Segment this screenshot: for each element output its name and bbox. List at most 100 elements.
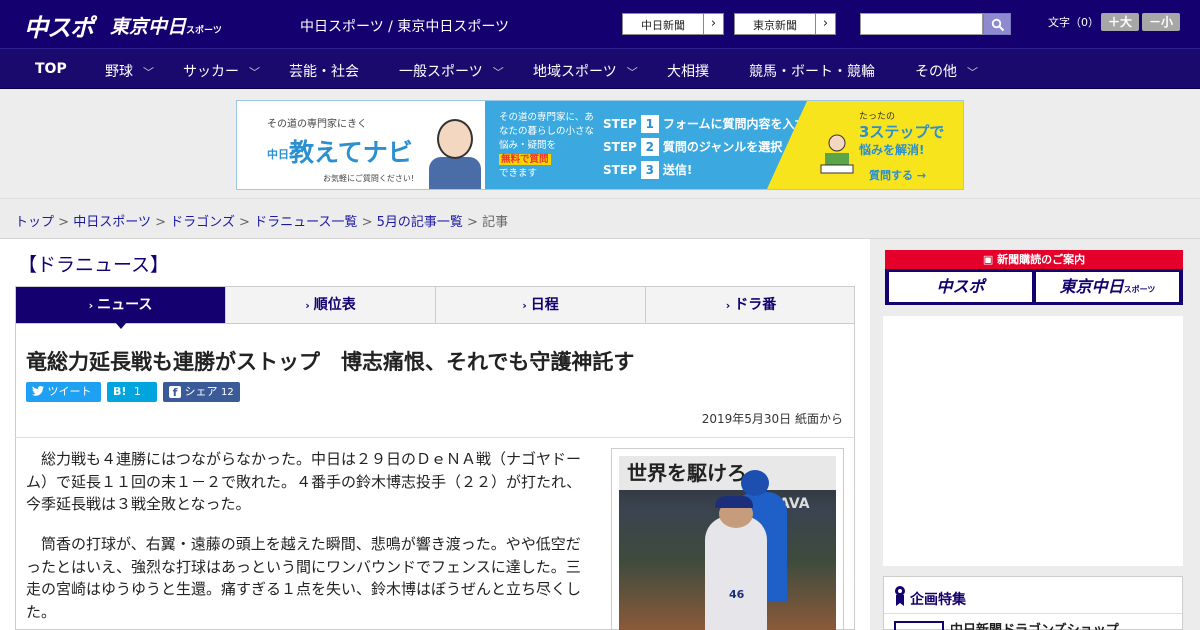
tab-draban[interactable]: › ドラ番: [646, 287, 856, 323]
article-title: 竜総力延長戦も連勝がストップ 博志痛恨、それでも守護神託す: [26, 350, 635, 374]
tab-news[interactable]: › ニュース: [16, 287, 226, 323]
nav-label: その他: [915, 64, 957, 80]
photo-jersey-number: 46: [729, 588, 745, 601]
nav-item-racing[interactable]: 競馬・ボート・競輪: [749, 61, 875, 81]
breadcrumb-dragons[interactable]: ドラゴンズ: [170, 215, 235, 230]
breadcrumb-may-list[interactable]: 5月の記事一覧: [377, 215, 463, 230]
chevron-right-icon: ›: [815, 14, 835, 34]
ribbon-icon: [895, 586, 905, 606]
search-button[interactable]: [983, 13, 1011, 35]
nav-label: 大相撲: [667, 64, 709, 80]
breadcrumb-chuspo[interactable]: 中日スポーツ: [73, 215, 151, 230]
chunichi-shimbun-label: 中日新聞: [641, 19, 685, 32]
photo-pitcher: [705, 516, 767, 630]
chevron-right-icon: ›: [725, 299, 731, 312]
divider: [884, 613, 1182, 614]
laptop-person-icon: [820, 134, 854, 174]
tab-standings[interactable]: › 順位表: [226, 287, 436, 323]
subscription-banner[interactable]: ▣ 新聞購読のご案内 中スポ 東京中日スポーツ: [885, 250, 1183, 305]
nav-item-top[interactable]: TOP: [35, 61, 67, 77]
tweet-label: ツイート: [47, 385, 92, 398]
breadcrumb-separator: >: [58, 215, 70, 230]
ad-person-illustration: [429, 157, 481, 189]
step-text: 質問のジャンルを選択: [662, 140, 783, 154]
chevron-right-icon: ›: [305, 299, 310, 312]
breadcrumb-separator: >: [239, 215, 250, 230]
feature-title: 企画特集: [910, 592, 966, 608]
subscription-tokyo-small: スポーツ: [1123, 285, 1156, 294]
ad-step-2: STEP 2 質問のジャンルを選択: [603, 138, 782, 156]
ad-person-face: [437, 119, 473, 159]
article-paragraph: 筒香の打球が、右翼・遠藤の頭上を越えた瞬間、悲鳴が響き渡った。やや低空だったとは…: [26, 535, 582, 621]
ad-brand: 中日教えてナビ: [267, 133, 413, 169]
facebook-share-button[interactable]: f シェア 12: [163, 382, 240, 402]
photo-pitcher-cap: [715, 496, 753, 508]
font-larger-button[interactable]: ＋大: [1101, 13, 1139, 31]
nav-item-entertainment[interactable]: 芸能・社会: [289, 61, 359, 81]
subscription-tokyo[interactable]: 東京中日スポーツ: [1036, 272, 1179, 302]
tokyo-shimbun-link[interactable]: 東京新聞 ›: [734, 13, 836, 35]
site-header: 中スポ 東京中日スポーツ 中日スポーツ / 東京中日スポーツ 中日新聞 › 東京…: [0, 0, 1200, 48]
step-number: 3: [640, 161, 659, 179]
nav-label: 芸能・社会: [289, 64, 359, 80]
breadcrumb-top[interactable]: トップ: [15, 215, 54, 230]
nav-label: サッカー: [183, 64, 239, 80]
tab-label: ニュース: [97, 297, 153, 313]
tokyo-logo-text: 東京中日: [110, 16, 187, 38]
ad-free-label: 無料で質問: [499, 154, 551, 165]
step-number: 1: [640, 115, 659, 133]
subscription-title: ▣ 新聞購読のご案内: [885, 250, 1183, 269]
nav-label: TOP: [35, 61, 67, 77]
breadcrumb-news-list[interactable]: ドラニュース一覧: [254, 215, 357, 230]
subscription-chuspo[interactable]: 中スポ: [889, 272, 1032, 302]
nav-item-baseball[interactable]: 野球 ﹀: [105, 61, 154, 81]
photo-batter-helmet: [741, 470, 769, 496]
font-smaller-button[interactable]: －小: [1142, 13, 1180, 31]
ad-intro-end: できます: [499, 168, 538, 179]
search-input[interactable]: [860, 13, 983, 35]
feature-item-link[interactable]: 中日新聞ドラゴンズショップ: [950, 619, 1119, 630]
nav-item-general-sports[interactable]: 一般スポーツ ﹀: [399, 61, 504, 81]
chuspo-logo[interactable]: 中スポ: [24, 8, 94, 43]
chevron-down-icon: ﹀: [492, 66, 504, 79]
tweet-button[interactable]: ツイート: [26, 382, 101, 402]
chevron-right-icon: ›: [522, 299, 527, 312]
nav-item-sumo[interactable]: 大相撲: [667, 61, 709, 81]
tokyo-chunichi-logo[interactable]: 東京中日スポーツ: [110, 12, 222, 39]
ad-cta-button[interactable]: 質問する →: [869, 167, 926, 183]
facebook-label: シェア: [184, 385, 218, 398]
feature-thumbnail[interactable]: [894, 621, 944, 630]
newspaper-icon: ▣: [982, 253, 998, 266]
nav-label: 地域スポーツ: [533, 64, 617, 80]
article-photo[interactable]: 世界を駆けろ。 AVA 46: [619, 456, 836, 630]
nav-item-others[interactable]: その他 ﹀: [915, 61, 978, 81]
oshiete-navi-banner-ad[interactable]: その道の専門家にきく 中日教えてナビ お気軽にご質問ください! その道の専門家に…: [236, 100, 964, 190]
tokyo-logo-small: スポーツ: [186, 26, 222, 36]
feature-box: 企画特集 中日新聞ドラゴンズショップ: [883, 576, 1183, 630]
twitter-bird-icon: [32, 386, 44, 396]
ad-intro-text: その道の専門家に、あなたの暮らしの小さな悩み・疑問を: [499, 112, 595, 151]
font-size-label: 文字（0）: [1048, 16, 1099, 29]
sidebar-ad-slot: [883, 316, 1183, 566]
article-paragraph: 総力戦も４連勝にはつながらなかった。中日は２９日のＤｅＮＡ戦（ナゴヤドーム）で延…: [26, 450, 582, 513]
chevron-down-icon: ﹀: [249, 66, 260, 79]
hatena-bookmark-button[interactable]: B! 1: [107, 382, 157, 402]
site-title[interactable]: 中日スポーツ / 東京中日スポーツ: [300, 16, 509, 36]
photo-billboard: 世界を駆けろ。: [619, 456, 836, 490]
nav-label: 野球: [105, 64, 133, 80]
nav-label: 競馬・ボート・競輪: [749, 64, 875, 80]
nav-label: 一般スポーツ: [399, 64, 483, 80]
ad-brand-prefix: 中日: [267, 148, 289, 161]
chevron-down-icon: ﹀: [967, 66, 978, 79]
tab-label: 順位表: [313, 297, 356, 313]
chunichi-shimbun-link[interactable]: 中日新聞 ›: [622, 13, 724, 35]
nav-item-soccer[interactable]: サッカー ﹀: [183, 61, 260, 81]
nav-item-local-sports[interactable]: 地域スポーツ ﹀: [533, 61, 638, 81]
subscription-title-text: 新聞購読のご案内: [997, 253, 1086, 266]
divider: [15, 437, 855, 438]
article-date: 2019年5月30日 紙面から: [701, 412, 843, 426]
chevron-down-icon: ﹀: [626, 66, 638, 79]
tab-schedule[interactable]: › 日程: [436, 287, 646, 323]
chevron-right-icon: ›: [703, 14, 723, 34]
ad-right-sub: 悩みを解消!: [859, 143, 925, 157]
